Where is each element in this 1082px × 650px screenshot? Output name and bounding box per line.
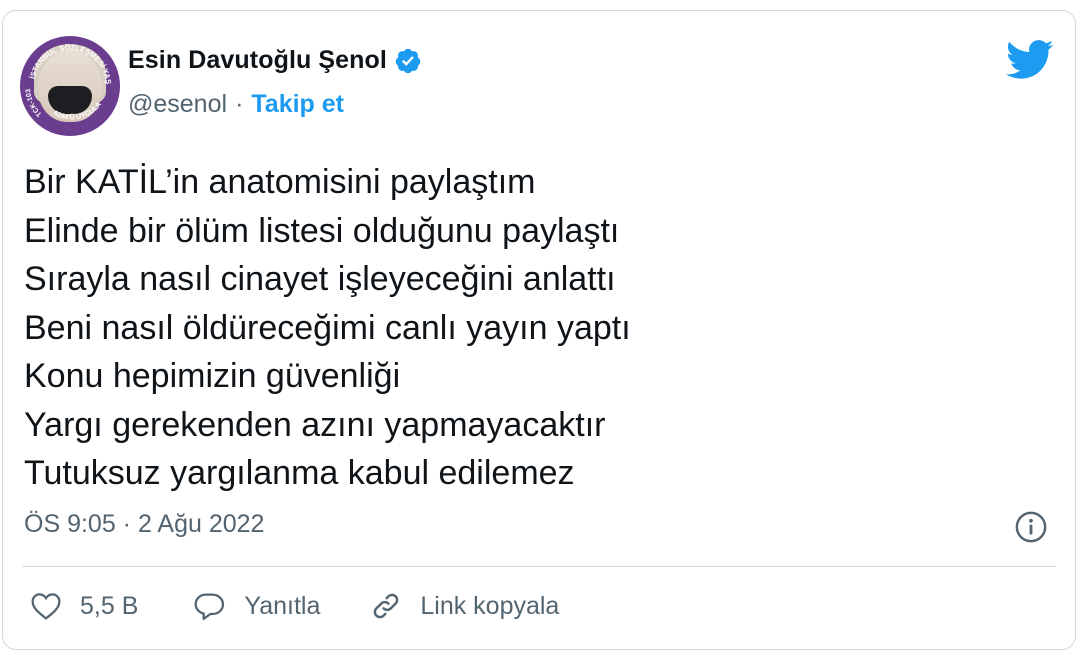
svg-text:TCK-103: TCK-103 xyxy=(25,88,43,117)
avatar[interactable]: İSTANBUL SÖZLEŞMESİ YAŞATIR TCK-103 6284… xyxy=(20,36,120,136)
author-handle[interactable]: @esenol xyxy=(128,90,227,119)
tweet-line: Bir KATİL’in anatomisini paylaştım xyxy=(24,163,536,201)
action-bar: 5,5 B Yanıtla Link kopyala xyxy=(30,590,559,622)
tweet-line: Sırayla nasıl cinayet işleyeceğini anlat… xyxy=(24,260,616,298)
reply-icon xyxy=(194,593,225,620)
tweet-timestamp[interactable]: ÖS 9:05 · 2 Ağu 2022 xyxy=(24,510,264,539)
svg-text:6284'Ü UYGULA: 6284'Ü UYGULA xyxy=(52,101,103,121)
divider xyxy=(22,566,1056,567)
tweet-line: Konu hepimizin güvenliği xyxy=(24,357,401,395)
follow-button[interactable]: Takip et xyxy=(251,90,344,119)
avatar-ring-left-text: TCK-103 xyxy=(25,88,43,117)
author-handle-row: @esenol · Takip et xyxy=(128,90,344,119)
heart-icon xyxy=(31,593,61,620)
tweet-line: Elinde bir ölüm listesi olduğunu paylaşt… xyxy=(24,211,620,250)
like-button[interactable]: 5,5 B xyxy=(30,591,138,621)
twitter-bird-icon[interactable] xyxy=(1006,40,1054,80)
like-count: 5,5 B xyxy=(80,591,139,620)
avatar-ring-bottom-text: 6284'Ü UYGULA xyxy=(52,101,103,121)
tweet-line: Yargı gerekenden azını yapmayacaktır xyxy=(24,405,606,444)
tweet-line: Beni nasıl öldüreceğimi canlı yayın yapt… xyxy=(24,308,631,347)
author-name-row: Esin Davutoğlu Şenol xyxy=(128,46,422,75)
tweet-text: Bir KATİL’in anatomisini paylaştım Elind… xyxy=(24,158,631,498)
copy-link-button[interactable]: Link kopyala xyxy=(370,590,559,622)
copy-link-label: Link kopyala xyxy=(420,591,560,620)
link-icon xyxy=(374,593,399,619)
info-icon[interactable] xyxy=(1014,510,1048,544)
author-display-name[interactable]: Esin Davutoğlu Şenol xyxy=(128,46,387,75)
reply-button[interactable]: Yanıtla xyxy=(192,590,320,622)
reply-label: Yanıtla xyxy=(244,591,321,620)
svg-text:İSTANBUL SÖZLEŞMESİ YAŞATIR: İSTANBUL SÖZLEŞMESİ YAŞATIR xyxy=(20,36,113,85)
avatar-ring-top-text: İSTANBUL SÖZLEŞMESİ YAŞATIR xyxy=(20,36,113,85)
verified-badge-icon xyxy=(395,48,421,73)
separator-dot: · xyxy=(235,90,244,118)
avatar-ring: İSTANBUL SÖZLEŞMESİ YAŞATIR TCK-103 6284… xyxy=(20,36,113,122)
tweet-line: Tutuksuz yargılanma kabul edilemez xyxy=(24,454,575,492)
